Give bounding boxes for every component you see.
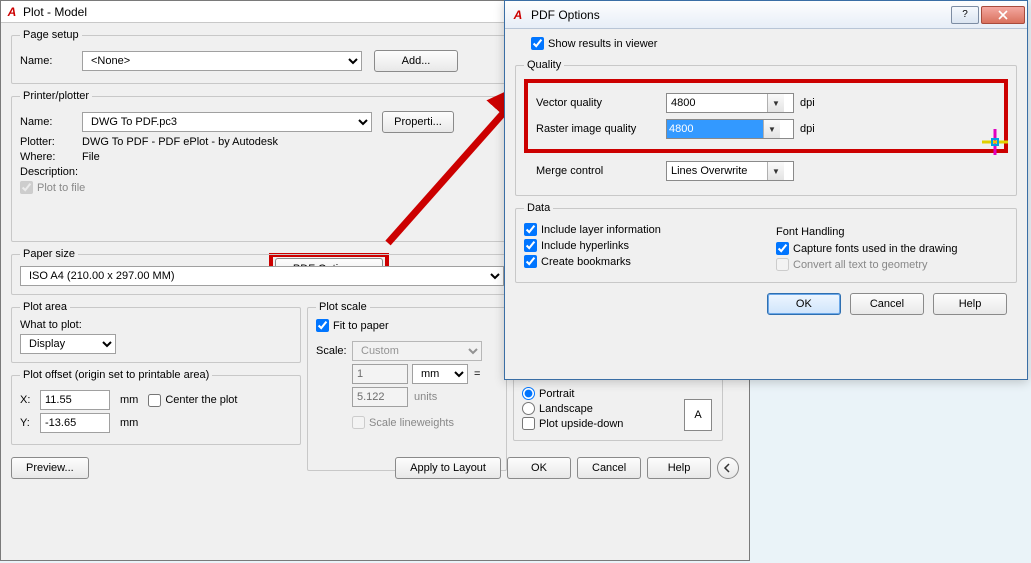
fit-to-paper-checkbox[interactable]: Fit to paper xyxy=(316,319,389,332)
merge-combo[interactable]: ▼ xyxy=(666,161,794,181)
plot-offset-legend: Plot offset (origin set to printable are… xyxy=(20,369,212,381)
what-to-plot-select[interactable]: Display xyxy=(20,334,116,354)
close-button[interactable] xyxy=(981,6,1025,24)
y-input[interactable] xyxy=(40,413,110,433)
vector-quality-label: Vector quality xyxy=(536,97,666,109)
where-value: File xyxy=(82,151,100,163)
quality-group: Quality Vector quality ▼ dpi Raster imag… xyxy=(515,59,1017,196)
plot-area-group: Plot area What to plot: Display xyxy=(11,301,301,363)
close-icon xyxy=(998,10,1008,20)
x-mm: mm xyxy=(120,394,138,406)
center-plot-checkbox[interactable]: Center the plot xyxy=(148,394,237,407)
pagesetup-add-button[interactable]: Add... xyxy=(374,50,458,72)
raster-quality-combo[interactable]: 4800 ▼ xyxy=(666,119,794,139)
orientation-icon: A xyxy=(684,399,712,431)
plot-ok-button[interactable]: OK xyxy=(507,457,571,479)
chevron-left-icon xyxy=(723,463,733,473)
pdf-ok-button[interactable]: OK xyxy=(767,293,841,315)
y-label: Y: xyxy=(20,417,40,429)
page-setup-legend: Page setup xyxy=(20,29,82,41)
expand-button[interactable] xyxy=(717,457,739,479)
paper-size-group: Paper size ISO A4 (210.00 x 297.00 MM) xyxy=(11,248,513,295)
convert-text-checkbox: Convert all text to geometry xyxy=(776,258,1008,271)
plot-cancel-button[interactable]: Cancel xyxy=(577,457,641,479)
paper-size-legend: Paper size xyxy=(20,248,78,260)
data-group: Data Include layer information Include h… xyxy=(515,202,1017,283)
printer-legend: Printer/plotter xyxy=(20,90,92,102)
font-handling-heading: Font Handling xyxy=(776,226,1008,238)
printer-properties-button[interactable]: Properti... xyxy=(382,111,454,133)
printer-name-label: Name: xyxy=(20,116,82,128)
x-label: X: xyxy=(20,394,40,406)
units-suffix: units xyxy=(414,391,437,403)
eq-sign: = xyxy=(474,368,480,380)
raster-dpi: dpi xyxy=(800,123,815,135)
quality-highlight: Vector quality ▼ dpi Raster image qualit… xyxy=(524,79,1008,153)
scale-num-input xyxy=(352,364,408,384)
desc-label: Description: xyxy=(20,166,82,178)
vector-quality-input[interactable] xyxy=(667,94,767,112)
where-label: Where: xyxy=(20,151,82,163)
scale-units-input xyxy=(352,387,408,407)
create-bookmarks-checkbox[interactable]: Create bookmarks xyxy=(524,255,756,268)
preview-button[interactable]: Preview... xyxy=(11,457,89,479)
x-input[interactable] xyxy=(40,390,110,410)
include-hyperlinks-checkbox[interactable]: Include hyperlinks xyxy=(524,239,756,252)
autocad-icon: A xyxy=(5,5,19,19)
vector-dpi: dpi xyxy=(800,97,815,109)
include-layer-checkbox[interactable]: Include layer information xyxy=(524,223,756,236)
pdf-cancel-button[interactable]: Cancel xyxy=(850,293,924,315)
plot-help-button[interactable]: Help xyxy=(647,457,711,479)
pagesetup-name-label: Name: xyxy=(20,55,82,67)
pdf-titlebar[interactable]: A PDF Options ? xyxy=(505,1,1027,29)
chevron-down-icon[interactable]: ▼ xyxy=(763,120,780,138)
plot-title: Plot - Model xyxy=(23,5,87,19)
scale-select: Custom xyxy=(352,341,482,361)
pdf-title: PDF Options xyxy=(531,8,949,22)
quality-legend: Quality xyxy=(524,59,564,71)
pdf-help-button[interactable]: Help xyxy=(933,293,1007,315)
plot-area-legend: Plot area xyxy=(20,301,70,313)
plot-to-file-checkbox: Plot to file xyxy=(20,181,85,194)
plot-footer: Preview... Apply to Layout OK Cancel Hel… xyxy=(11,457,739,479)
capture-fonts-checkbox[interactable]: Capture fonts used in the drawing xyxy=(776,242,1008,255)
raster-quality-input[interactable]: 4800 xyxy=(667,120,763,138)
vector-quality-combo[interactable]: ▼ xyxy=(666,93,794,113)
printer-name-select[interactable]: DWG To PDF.pc3 xyxy=(82,112,372,132)
plot-offset-group: Plot offset (origin set to printable are… xyxy=(11,369,301,445)
raster-quality-label: Raster image quality xyxy=(536,123,666,135)
scale-label: Scale: xyxy=(316,345,352,357)
scale-lineweights-checkbox: Scale lineweights xyxy=(352,416,454,429)
plot-scale-group: Plot scale Fit to paper Scale: Custom mm… xyxy=(307,301,507,471)
y-mm: mm xyxy=(120,417,138,429)
paper-size-select[interactable]: ISO A4 (210.00 x 297.00 MM) xyxy=(20,266,504,286)
autocad-icon: A xyxy=(511,8,525,22)
pagesetup-name-select[interactable]: <None> xyxy=(82,51,362,71)
help-titlebar-button[interactable]: ? xyxy=(951,6,979,24)
plotter-label: Plotter: xyxy=(20,136,82,148)
show-results-checkbox[interactable]: Show results in viewer xyxy=(531,37,657,50)
chevron-down-icon[interactable]: ▼ xyxy=(767,94,784,112)
what-to-plot-label: What to plot: xyxy=(20,319,292,331)
merge-label: Merge control xyxy=(536,165,666,177)
chevron-down-icon[interactable]: ▼ xyxy=(767,162,784,180)
data-legend: Data xyxy=(524,202,553,214)
merge-value[interactable] xyxy=(667,162,767,180)
apply-layout-button[interactable]: Apply to Layout xyxy=(395,457,501,479)
scale-unit-select[interactable]: mm xyxy=(412,364,468,384)
pdf-footer: OK Cancel Help xyxy=(515,289,1017,319)
plotter-value: DWG To PDF - PDF ePlot - by Autodesk xyxy=(82,136,278,148)
crosshair-icon xyxy=(982,129,1008,155)
plot-scale-legend: Plot scale xyxy=(316,301,370,313)
pdf-options-window: A PDF Options ? Show results in viewer Q… xyxy=(504,0,1028,380)
